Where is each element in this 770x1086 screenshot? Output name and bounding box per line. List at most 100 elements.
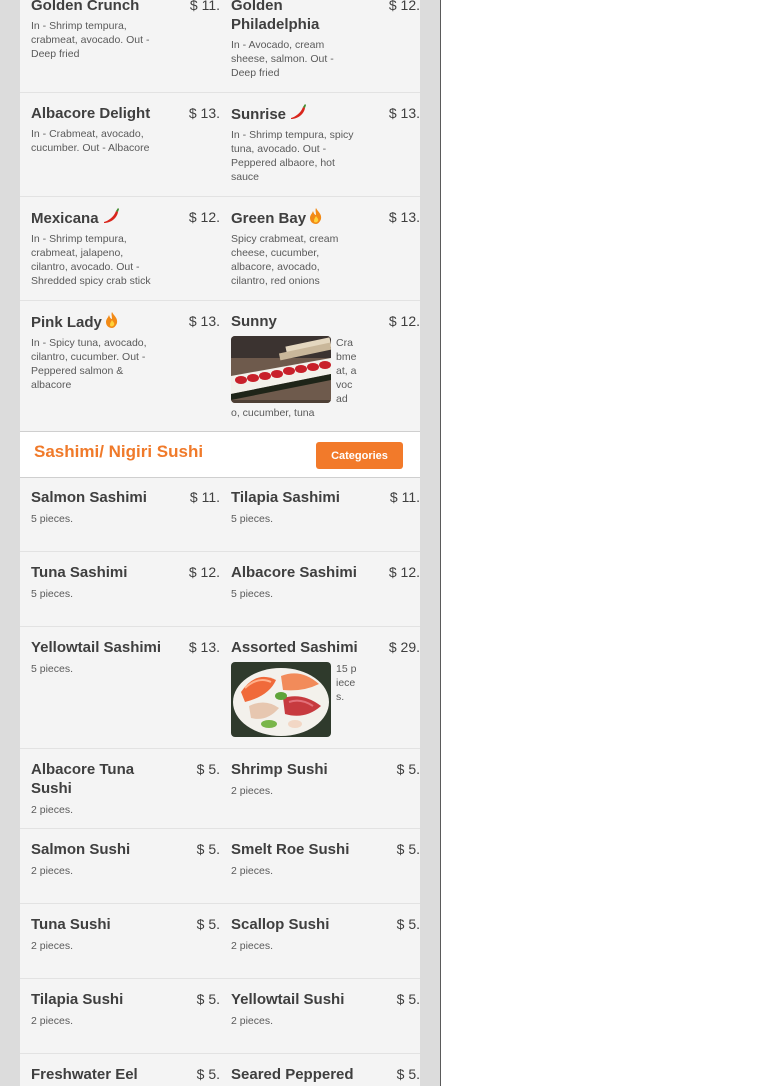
item-description: Spicy crabmeat, cream cheese, cucumber, … <box>231 233 339 287</box>
menu-item-scallop-sushi[interactable]: Scallop Sushi $ 5. 2 pieces. <box>231 915 420 952</box>
item-price: $ 5. <box>396 1066 420 1082</box>
chili-pepper-icon <box>289 104 307 125</box>
menu-item-golden-crunch[interactable]: Golden Crunch $ 11. In - Shrimp tempura,… <box>31 0 220 60</box>
flame-icon <box>309 208 323 229</box>
menu-item-tilapia-sashimi[interactable]: Tilapia Sashimi $ 11. 5 pieces. <box>231 488 420 525</box>
item-description: In - Shrimp tempura, crabmeat, jalapeno,… <box>31 233 151 287</box>
menu-item-tuna-sushi[interactable]: Tuna Sushi $ 5. 2 pieces. <box>31 915 220 952</box>
row-divider <box>20 978 420 979</box>
item-price: $ 13. <box>188 105 220 121</box>
item-name-text: Green Bay <box>231 210 307 227</box>
item-price: $ 5. <box>196 916 220 932</box>
row-divider <box>20 626 420 627</box>
menu-item-mexicana[interactable]: Mexicana $ 12. In - Shrimp tempura, crab… <box>31 208 220 287</box>
item-description: 2 pieces. <box>231 865 274 877</box>
menu-item-freshwater-eel[interactable]: Freshwater Eel $ 5. <box>31 1065 220 1085</box>
item-name: Tuna Sashimi <box>31 564 128 581</box>
item-description: 2 pieces. <box>31 1015 74 1027</box>
row-divider <box>20 1053 420 1054</box>
menu-item-golden-philadelphia[interactable]: Golden Philadelphia $ 12. In - Avocado, … <box>231 0 420 79</box>
item-description: 5 pieces. <box>231 588 274 600</box>
item-name: Sunny <box>231 313 277 330</box>
item-price: $ 13. <box>388 209 420 225</box>
row-divider <box>20 92 420 93</box>
menu-item-assorted-sashimi[interactable]: Assorted Sashimi $ 29. 15 pieces. <box>231 638 420 737</box>
menu-item-yellowtail-sashimi[interactable]: Yellowtail Sashimi $ 13. 5 pieces. <box>31 638 220 675</box>
item-photo-sunny[interactable] <box>231 336 331 403</box>
item-name: Mexicana <box>31 208 157 229</box>
item-description: In - Crabmeat, avocado, cucumber. Out - … <box>31 128 150 154</box>
item-description: In - Spicy tuna, avocado, cilantro, cucu… <box>31 337 147 391</box>
item-name: Scallop Sushi <box>231 916 330 933</box>
item-price: $ 11. <box>189 0 220 13</box>
item-price: $ 5. <box>396 916 420 932</box>
item-name: Yellowtail Sashimi <box>31 639 162 656</box>
section-header: Sashimi/ Nigiri Sushi Categories <box>20 432 420 477</box>
item-price: $ 5. <box>196 991 220 1007</box>
menu-item-sunny[interactable]: Sunny $ 12. Crabmeat, avocad o, cucumber… <box>231 312 420 419</box>
item-price: $ 13. <box>388 105 420 121</box>
item-description: In - Shrimp tempura, crabmeat, avocado. … <box>31 20 150 60</box>
menu-item-tilapia-sushi[interactable]: Tilapia Sushi $ 5. 2 pieces. <box>31 990 220 1027</box>
item-name: Salmon Sushi <box>31 841 131 858</box>
item-price: $ 13. <box>188 313 220 329</box>
menu-item-albacore-delight[interactable]: Albacore Delight $ 13. In - Crabmeat, av… <box>31 104 220 154</box>
section-divider <box>20 477 420 478</box>
item-description: 2 pieces. <box>31 940 74 952</box>
item-price: $ 13. <box>188 639 220 655</box>
item-price: $ 5. <box>196 841 220 857</box>
menu-item-albacore-tuna-sushi[interactable]: Albacore Tuna Sushi $ 5. 2 pieces. <box>31 760 220 816</box>
row-divider <box>20 300 420 301</box>
item-photo-assorted-sashimi[interactable] <box>231 662 331 737</box>
menu-item-albacore-sashimi[interactable]: Albacore Sashimi $ 12. 5 pieces. <box>231 563 420 600</box>
item-price: $ 12. <box>388 564 420 580</box>
menu-item-smelt-roe-sushi[interactable]: Smelt Roe Sushi $ 5. 2 pieces. <box>231 840 420 877</box>
item-description: 2 pieces. <box>31 865 74 877</box>
flame-icon <box>105 312 119 333</box>
item-name: Golden Philadelphia <box>231 0 320 33</box>
item-name: Smelt Roe Sushi <box>231 841 350 858</box>
row-divider <box>20 748 420 749</box>
menu-item-tuna-sashimi[interactable]: Tuna Sashimi $ 12. 5 pieces. <box>31 563 220 600</box>
item-name: Freshwater Eel <box>31 1066 138 1083</box>
row-divider <box>20 828 420 829</box>
item-description-side: 15 pieces. <box>336 663 357 703</box>
item-description-side: Crabmeat, avocad <box>336 337 357 405</box>
item-name: Tilapia Sushi <box>31 991 124 1008</box>
item-description: 5 pieces. <box>31 663 74 675</box>
menu-item-shrimp-sushi[interactable]: Shrimp Sushi $ 5. 2 pieces. <box>231 760 420 797</box>
chili-pepper-icon <box>102 208 120 229</box>
item-description: 2 pieces. <box>231 1015 274 1027</box>
item-name: Assorted Sashimi <box>231 639 358 656</box>
item-name: Albacore Tuna Sushi <box>31 761 135 797</box>
item-price: $ 5. <box>396 761 420 777</box>
categories-button[interactable]: Categories <box>316 442 403 469</box>
menu-item-seared-peppered[interactable]: Seared Peppered $ 5. <box>231 1065 420 1085</box>
item-name: Albacore Sashimi <box>231 564 357 581</box>
menu-item-pink-lady[interactable]: Pink Lady $ 13. In - Spicy tuna, avocado… <box>31 312 220 391</box>
item-description: In - Shrimp tempura, spicy tuna, avocado… <box>231 129 354 183</box>
item-price: $ 12. <box>388 0 420 13</box>
menu-item-yellowtail-sushi[interactable]: Yellowtail Sushi $ 5. 2 pieces. <box>231 990 420 1027</box>
menu-item-salmon-sushi[interactable]: Salmon Sushi $ 5. 2 pieces. <box>31 840 220 877</box>
item-description: o, cucumber, tuna <box>231 407 315 419</box>
menu-item-green-bay[interactable]: Green Bay $ 13. Spicy crabmeat, cream ch… <box>231 208 420 287</box>
item-name: Tuna Sushi <box>31 916 111 933</box>
item-price: $ 11. <box>189 489 220 505</box>
item-name-text: Mexicana <box>31 210 99 227</box>
item-name: Albacore Delight <box>31 105 151 122</box>
item-price: $ 12. <box>188 564 220 580</box>
menu-item-salmon-sashimi[interactable]: Salmon Sashimi $ 11. 5 pieces. <box>31 488 220 525</box>
item-price: $ 12. <box>188 209 220 225</box>
item-price: $ 5. <box>196 761 220 777</box>
item-name: Yellowtail Sushi <box>231 991 345 1008</box>
item-description: 5 pieces. <box>31 588 74 600</box>
item-description: 2 pieces. <box>231 940 274 952</box>
item-description: 2 pieces. <box>31 804 74 816</box>
item-description: In - Avocado, cream sheese, salmon. Out … <box>231 39 334 79</box>
item-description: 5 pieces. <box>31 513 74 525</box>
item-name-text: Pink Lady <box>31 314 102 331</box>
item-name: Tilapia Sashimi <box>231 489 340 506</box>
item-name: Pink Lady <box>31 312 157 333</box>
menu-item-sunrise[interactable]: Sunrise $ 13. In - Shrimp tempura, spicy… <box>231 104 420 183</box>
